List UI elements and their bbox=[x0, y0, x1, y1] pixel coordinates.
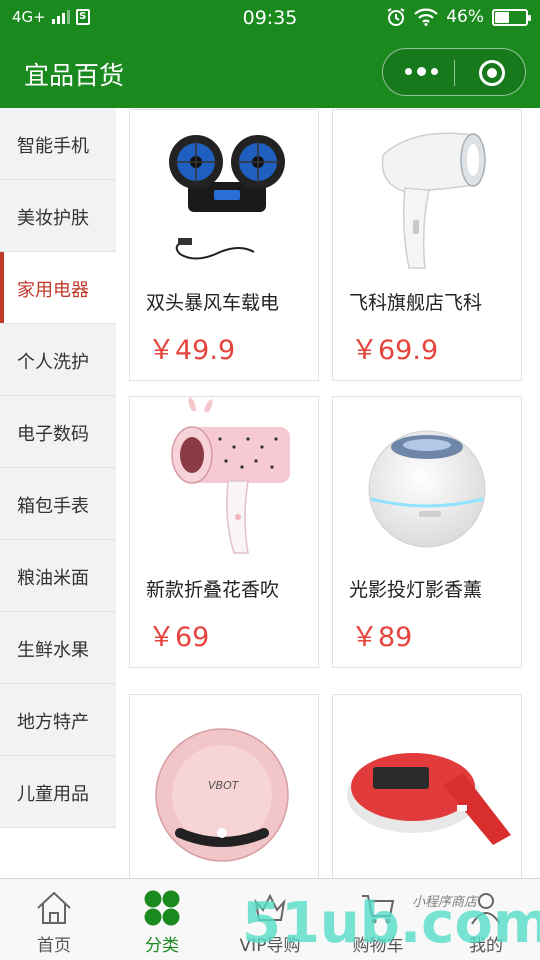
product-price: ￥69.9 bbox=[351, 335, 439, 366]
product-card[interactable] bbox=[332, 694, 522, 878]
category-item[interactable]: 美妆护肤 bbox=[0, 180, 116, 252]
category-item[interactable]: 电子数码 bbox=[0, 396, 116, 468]
tab-home[interactable]: 首页 bbox=[0, 879, 108, 960]
capsule-divider bbox=[454, 60, 455, 86]
category-label: 地方特产 bbox=[17, 712, 89, 733]
tab-profile[interactable]: 我的 bbox=[432, 879, 540, 960]
product-name: 飞科旗舰店飞科 bbox=[349, 292, 483, 314]
category-label: 粮油米面 bbox=[17, 568, 89, 589]
vip-icon bbox=[254, 893, 286, 921]
tab-label: 我的 bbox=[469, 936, 503, 956]
category-icon bbox=[144, 890, 180, 926]
category-item[interactable]: 粮油米面 bbox=[0, 540, 116, 612]
cart-icon bbox=[362, 895, 395, 924]
tab-label: 购物车 bbox=[352, 936, 404, 956]
category-label: 箱包手表 bbox=[17, 496, 89, 517]
home-icon bbox=[37, 891, 71, 924]
profile-icon bbox=[471, 893, 501, 925]
vacuum-brand-text: VBOT bbox=[208, 779, 240, 792]
tab-category[interactable]: 分类 bbox=[108, 879, 216, 960]
battery-icon bbox=[492, 8, 531, 26]
category-label: 美妆护肤 bbox=[17, 208, 89, 229]
product-card[interactable]: 双头暴风车载电 ￥49.9 bbox=[129, 109, 319, 381]
category-item[interactable]: 智能手机 bbox=[0, 108, 116, 180]
nav-bar: 宜品百货 bbox=[0, 36, 540, 108]
aroma-diffuser-image bbox=[368, 430, 486, 548]
category-item[interactable]: 生鲜水果 bbox=[0, 612, 116, 684]
battery-percent: 46% bbox=[446, 7, 484, 27]
tab-vip[interactable]: VIP导购 bbox=[216, 879, 324, 960]
tab-bar: 首页 分类 VIP导购 购物车 我的 bbox=[0, 878, 540, 960]
category-label: 个人洗护 bbox=[17, 352, 89, 373]
product-card[interactable]: VBOT bbox=[129, 694, 319, 878]
product-grid: 双头暴风车载电 ￥49.9 飞科旗舰店飞科 ￥69.9 新款折叠花香吹 ￥69 … bbox=[116, 108, 540, 878]
white-hair-dryer-image bbox=[381, 132, 486, 269]
status-bar: 4G+ S 09:35 46% bbox=[0, 0, 540, 36]
category-item[interactable]: 个人洗护 bbox=[0, 324, 116, 396]
dual-car-fan-image bbox=[169, 135, 285, 260]
product-name: 双头暴风车载电 bbox=[146, 292, 280, 314]
category-item[interactable]: 箱包手表 bbox=[0, 468, 116, 540]
product-name: 光影投灯影香薰 bbox=[349, 579, 483, 601]
product-card[interactable]: 光影投灯影香薰 ￥89 bbox=[332, 396, 522, 668]
tab-label: 分类 bbox=[145, 936, 179, 956]
robot-vacuum-image: VBOT bbox=[155, 728, 289, 862]
close-icon[interactable] bbox=[479, 60, 505, 86]
pink-hair-dryer-image bbox=[171, 397, 290, 554]
category-item[interactable]: 家用电器 bbox=[0, 252, 116, 324]
product-card[interactable]: 新款折叠花香吹 ￥69 bbox=[129, 396, 319, 668]
category-item[interactable]: 地方特产 bbox=[0, 684, 116, 756]
status-right: 46% bbox=[386, 7, 531, 27]
tab-cart[interactable]: 购物车 bbox=[324, 879, 432, 960]
product-price: ￥89 bbox=[351, 622, 413, 653]
category-item[interactable]: 儿童用品 bbox=[0, 756, 116, 828]
tab-label: VIP导购 bbox=[239, 936, 301, 956]
category-label: 生鲜水果 bbox=[17, 640, 89, 661]
product-price: ￥69 bbox=[148, 622, 210, 653]
product-price: ￥49.9 bbox=[148, 335, 236, 366]
alarm-icon bbox=[387, 8, 405, 26]
page-title: 宜品百货 bbox=[24, 61, 125, 90]
category-label: 智能手机 bbox=[17, 136, 89, 157]
mini-program-capsule bbox=[382, 48, 526, 96]
more-icon[interactable] bbox=[405, 67, 438, 76]
battery-fill bbox=[495, 11, 509, 23]
category-label: 家用电器 bbox=[17, 280, 89, 301]
category-sidebar: 智能手机 美妆护肤 家用电器 个人洗护 电子数码 箱包手表 粮油米面 生鲜水果 … bbox=[0, 108, 116, 828]
category-label: 电子数码 bbox=[17, 424, 89, 445]
red-device-image bbox=[347, 753, 511, 845]
wifi-icon bbox=[414, 8, 438, 26]
tab-label: 首页 bbox=[37, 936, 71, 956]
category-label: 儿童用品 bbox=[17, 784, 89, 805]
product-name: 新款折叠花香吹 bbox=[146, 579, 280, 601]
product-card[interactable]: 飞科旗舰店飞科 ￥69.9 bbox=[332, 109, 522, 381]
